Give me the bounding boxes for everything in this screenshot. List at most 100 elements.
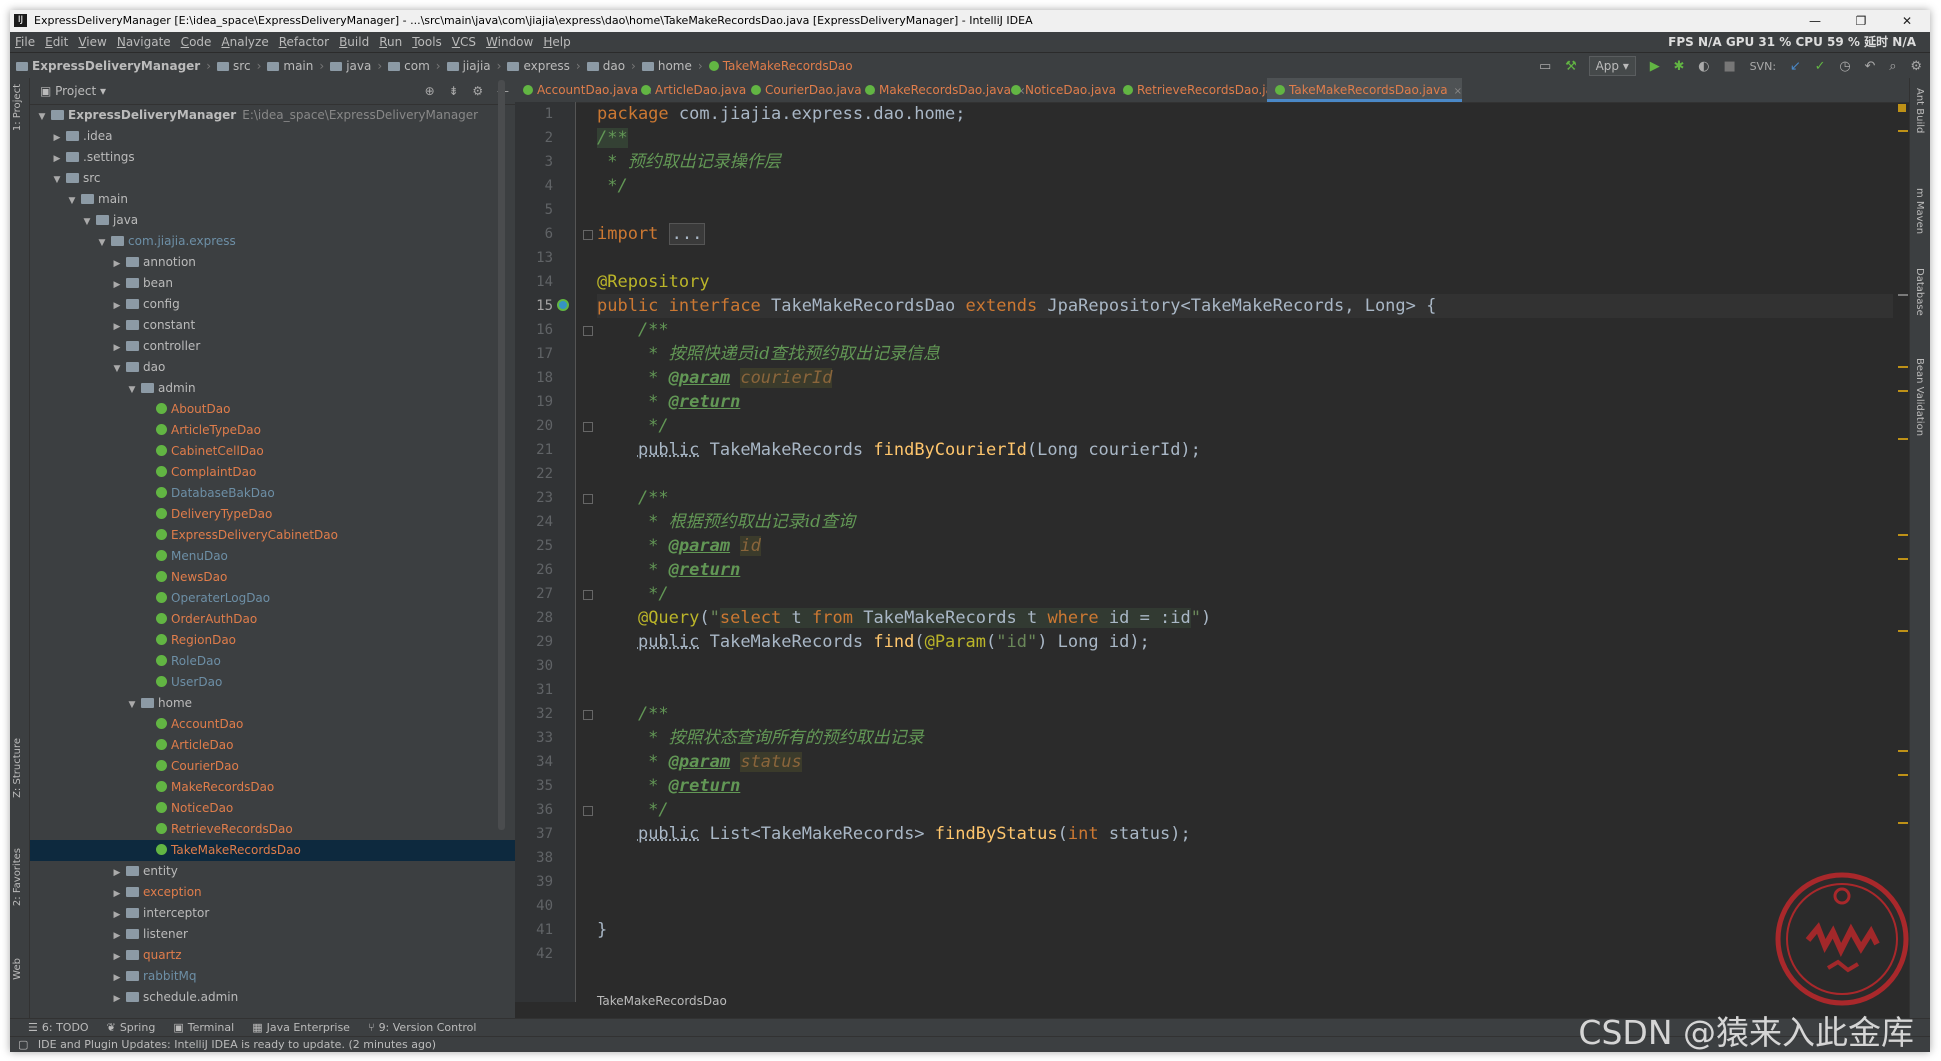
line-number[interactable]: 3 [545, 150, 553, 174]
breadcrumb-item[interactable]: com › [388, 53, 441, 79]
breadcrumb-item[interactable]: TakeMakeRecordsDao [708, 53, 853, 79]
menu-item[interactable]: VCS [447, 32, 481, 52]
error-stripe[interactable] [1896, 102, 1910, 1002]
folded-imports[interactable]: ... [668, 223, 706, 245]
tool-window-java-enterprise[interactable]: ▦ Java Enterprise [252, 1019, 350, 1037]
gear-icon[interactable]: ⚙ [472, 84, 483, 98]
line-number[interactable]: 32 [536, 702, 553, 726]
structure-tool-tab[interactable]: Z: Structure [12, 738, 23, 798]
tool-window-spring[interactable]: ❦ Spring [107, 1019, 156, 1037]
tree-item[interactable]: UserDao [30, 672, 515, 693]
line-number[interactable]: 30 [536, 654, 553, 678]
revert-icon[interactable]: ↶ [1865, 54, 1876, 80]
breadcrumb-item[interactable]: java › [330, 53, 382, 79]
line-number[interactable]: 38 [536, 846, 553, 870]
history-icon[interactable]: ◷ [1839, 54, 1850, 80]
line-number[interactable]: 5 [545, 198, 553, 222]
collapsed-arrow-icon[interactable]: ▶ [111, 338, 123, 359]
tree-item[interactable]: DatabaseBakDao [30, 483, 515, 504]
line-number[interactable]: 19 [536, 390, 553, 414]
run-config-select[interactable]: App ▾ [1588, 56, 1636, 76]
collapsed-arrow-icon[interactable]: ▶ [111, 947, 123, 968]
collapsed-arrow-icon[interactable]: ▶ [111, 926, 123, 947]
svn-commit-icon[interactable]: ✓ [1815, 54, 1826, 80]
collapse-all-icon[interactable]: ⇟ [449, 84, 459, 98]
svn-update-icon[interactable]: ↙ [1790, 54, 1801, 80]
menu-item[interactable]: Refactor [274, 32, 334, 52]
tab-close-icon[interactable]: × [1454, 86, 1462, 97]
line-number[interactable]: 37 [536, 822, 553, 846]
tree-item[interactable]: ▼ java [30, 210, 515, 231]
implemented-gutter-icon[interactable] [557, 299, 569, 311]
tree-item[interactable]: ▶ annotion [30, 252, 515, 273]
tool-window--version-control[interactable]: ⑂ 9: Version Control [368, 1019, 477, 1037]
line-number[interactable]: 28 [536, 606, 553, 630]
line-number[interactable]: 23 [536, 486, 553, 510]
tree-item[interactable]: ▶ entity [30, 861, 515, 882]
tree-item[interactable]: ▼ home [30, 693, 515, 714]
line-number[interactable]: 29 [536, 630, 553, 654]
tree-item[interactable]: MenuDao [30, 546, 515, 567]
expanded-arrow-icon[interactable]: ▼ [96, 233, 108, 254]
tree-item[interactable]: ▶ listener [30, 924, 515, 945]
line-number[interactable]: 27 [536, 582, 553, 606]
tree-item[interactable]: ▼ ExpressDeliveryManager E:\idea_space\Exp… [30, 105, 515, 126]
menu-item[interactable]: Analyze [216, 32, 273, 52]
expanded-arrow-icon[interactable]: ▼ [111, 359, 123, 380]
menu-item[interactable]: Window [481, 32, 538, 52]
fold-marker-icon[interactable] [583, 230, 593, 240]
menu-item[interactable]: Build [334, 32, 374, 52]
tab-articledao[interactable]: ArticleDao.java× [633, 78, 761, 102]
tree-item[interactable]: ▼ com.jiajia.express [30, 231, 515, 252]
breadcrumb-item[interactable]: src › [217, 53, 261, 79]
fold-marker-icon[interactable] [583, 422, 593, 432]
tree-item[interactable]: ExpressDeliveryCabinetDao [30, 525, 515, 546]
line-number[interactable]: 26 [536, 558, 553, 582]
expanded-arrow-icon[interactable]: ▼ [126, 380, 138, 401]
expanded-arrow-icon[interactable]: ▼ [126, 695, 138, 716]
fold-marker-icon[interactable] [583, 326, 593, 336]
tree-item[interactable]: ▶ schedule.admin [30, 987, 515, 1008]
settings-icon[interactable]: ⚙ [1910, 54, 1922, 80]
menu-item[interactable]: Help [538, 32, 575, 52]
breadcrumb-item[interactable]: home › [641, 53, 703, 79]
line-number[interactable]: 2 [545, 126, 553, 150]
menu-item[interactable]: Run [374, 32, 407, 52]
tree-item[interactable]: ▼ admin [30, 378, 515, 399]
project-tool-tab[interactable]: 1: Project [12, 84, 23, 131]
menu-item[interactable]: Edit [40, 32, 73, 52]
tree-item[interactable]: ▶ .settings [30, 147, 515, 168]
fold-marker-icon[interactable] [583, 710, 593, 720]
tree-item[interactable]: ▶ controller [30, 336, 515, 357]
expanded-arrow-icon[interactable]: ▼ [81, 212, 93, 233]
tree-item[interactable]: DeliveryTypeDao [30, 504, 515, 525]
breadcrumb-item[interactable]: main › [267, 53, 324, 79]
tree-item[interactable]: ▶ exception [30, 882, 515, 903]
line-number[interactable]: 16 [536, 318, 553, 342]
maven-tool-tab[interactable]: m Maven [1914, 188, 1925, 234]
collapsed-arrow-icon[interactable]: ▶ [111, 254, 123, 275]
menu-item[interactable]: View [73, 32, 111, 52]
tree-item[interactable]: RetrieveRecordsDao [30, 819, 515, 840]
tree-item[interactable]: ComplaintDao [30, 462, 515, 483]
collapsed-arrow-icon[interactable]: ▶ [111, 317, 123, 338]
line-number[interactable]: 21 [536, 438, 553, 462]
line-number[interactable]: 39 [536, 870, 553, 894]
line-number[interactable]: 18 [536, 366, 553, 390]
line-number[interactable]: 13 [536, 246, 553, 270]
line-number[interactable]: 17 [536, 342, 553, 366]
line-number[interactable]: 40 [536, 894, 553, 918]
tree-item[interactable]: ▶ .idea [30, 126, 515, 147]
tree-item[interactable]: RegionDao [30, 630, 515, 651]
tree-item[interactable]: NewsDao [30, 567, 515, 588]
line-number[interactable]: 20 [536, 414, 553, 438]
fold-marker-icon[interactable] [583, 590, 593, 600]
tree-item[interactable]: ArticleDao [30, 735, 515, 756]
tree-item[interactable]: ▶ interceptor [30, 903, 515, 924]
line-number[interactable]: 25 [536, 534, 553, 558]
tool-window--todo[interactable]: ☰ 6: TODO [28, 1019, 89, 1037]
tree-item[interactable]: ▶ rabbitMq [30, 966, 515, 987]
line-number[interactable]: 35 [536, 774, 553, 798]
line-number[interactable]: 4 [545, 174, 553, 198]
tree-item[interactable]: RoleDao [30, 651, 515, 672]
